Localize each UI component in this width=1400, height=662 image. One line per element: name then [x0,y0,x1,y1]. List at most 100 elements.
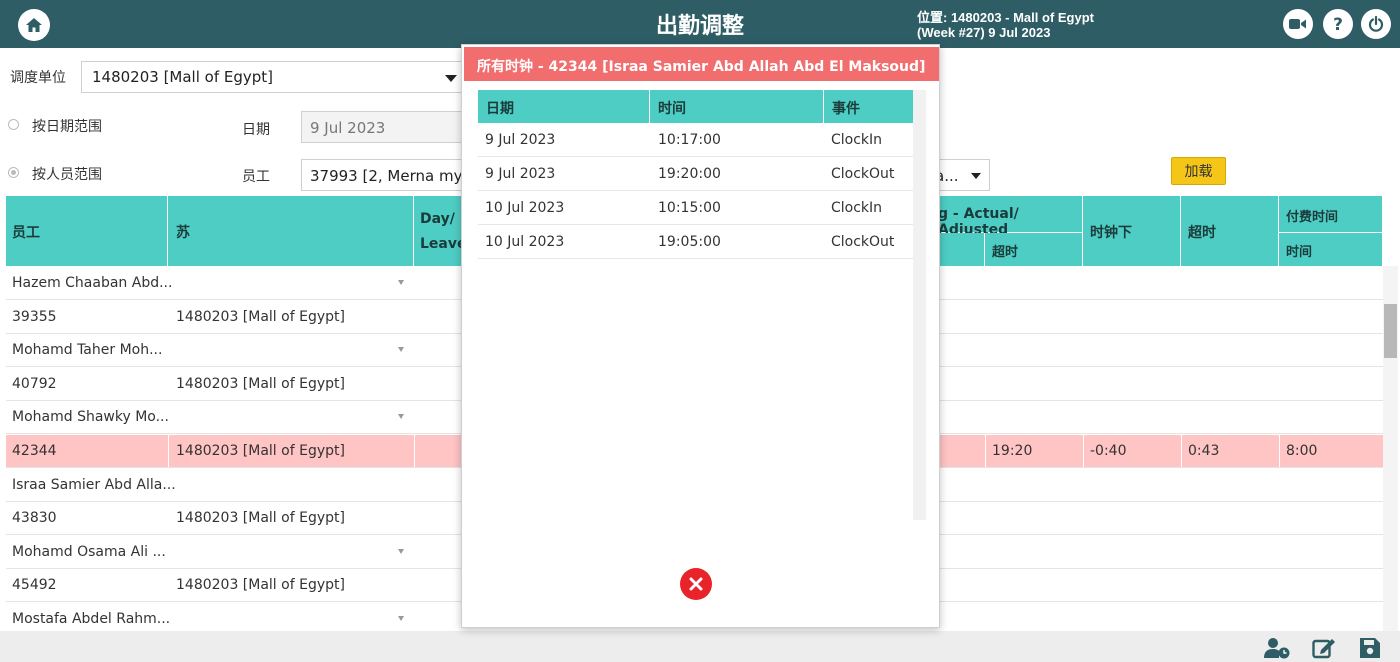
clock-date-cell: 10 Jul 2023 [485,200,565,216]
grid-scrollbar-thumb[interactable] [1384,304,1397,358]
unit-cell: 1480203 [Mall of Egypt] [176,443,345,459]
clock-date-cell: 9 Jul 2023 [485,166,556,182]
by-date-radio[interactable] [8,119,19,130]
employee-cell: 40792 [12,375,57,392]
cell-divider [1181,435,1182,467]
week-line: (Week #27) 9 Jul 2023 [917,25,1051,40]
clock-down-cell: -0:40 [1090,443,1127,459]
clock-col-event[interactable]: 事件 [824,90,913,123]
employee-cell: Hazem Chaaban Abd... [12,275,173,291]
by-date-label: 按日期范围 [32,119,102,135]
col-clock-down-label: 时钟下 [1090,225,1132,241]
clock-event-cell: ClockIn [831,132,883,148]
clock-time-cell: 19:05:00 [658,234,721,250]
caret-down-icon[interactable] [398,414,404,420]
col-sub-overtime[interactable]: 超时 [985,233,1083,266]
date-field[interactable]: 9 Jul 2023 [301,111,471,143]
col-actual-adjusted[interactable]: g - Actual/ Adjusted [930,196,1083,238]
clock-col-date[interactable]: 日期 [478,90,650,123]
overtime-cell: 0:43 [1188,443,1220,459]
clock-event-cell: ClockOut [831,166,895,182]
user-clock-button[interactable] [1264,636,1290,660]
top-header: 出勤调整 位置: 1480203 - Mall of Egypt (Week #… [0,0,1400,48]
clock-row[interactable]: 9 Jul 2023 19:20:00 ClockOut [478,157,913,191]
unit-cell: 1480203 [Mall of Egypt] [176,375,345,392]
actual-time-cell: 19:20 [992,443,1033,459]
unit-select-value: 1480203 [Mall of Egypt] [92,68,274,86]
help-icon: ? [1333,15,1343,33]
caret-down-icon[interactable] [398,548,404,554]
unit-cell: 1480203 [Mall of Egypt] [176,510,345,527]
by-staff-label: 按人员范围 [32,167,102,183]
clock-event-cell: ClockOut [831,234,895,250]
edit-button[interactable] [1311,636,1337,660]
clock-row[interactable]: 10 Jul 2023 19:05:00 ClockOut [478,225,913,259]
employee-cell: 43830 [12,510,57,527]
col-paid-time-sub[interactable]: 时间 [1279,233,1383,266]
home-button[interactable] [18,9,50,41]
col-su[interactable]: 苏 [168,196,414,266]
edit-icon [1312,639,1335,659]
home-icon [26,18,42,32]
col-paid-time-label: 付费时间 [1286,210,1339,225]
employee-cell: Mohamd Osama Ali ... [12,543,166,560]
col-day-label: Day/ [420,211,455,227]
clock-date-cell: 9 Jul 2023 [485,132,556,148]
cell-divider [985,435,986,467]
caret-down-icon[interactable] [398,280,404,285]
clock-row[interactable]: 9 Jul 2023 10:17:00 ClockIn [478,123,913,157]
caret-down-icon [445,75,457,82]
cell-divider [1083,435,1084,467]
load-button[interactable]: 加载 [1171,157,1226,185]
cell-divider [1279,435,1280,467]
unit-cell: 1480203 [Mall of Egypt] [176,577,345,594]
employee-field[interactable]: 37993 [2, Merna mym [301,159,471,191]
employee-label: 员工 [242,169,270,185]
col-employee-label: 员工 [12,225,40,241]
save-button[interactable] [1357,636,1383,660]
clock-col-time[interactable]: 时间 [650,90,824,123]
clock-time-cell: 10:17:00 [658,132,721,148]
caret-down-icon [971,173,981,179]
employee-cell: 39355 [12,308,57,325]
employee-cell: Mostafa Abdel Rahm... [12,611,171,627]
video-camera-icon [1289,19,1306,29]
employee-cell: Mohamd Shawky Mo... [12,409,169,426]
clock-time-cell: 19:20:00 [658,166,721,182]
power-button[interactable] [1361,9,1391,39]
location-info: 位置: 1480203 - Mall of Egypt (Week #27) 9… [917,10,1094,40]
employee-cell: Mohamd Taher Moh... [12,342,163,359]
location-line: 位置: 1480203 - Mall of Egypt [917,10,1094,25]
all-clocks-dialog: 所有时钟 - 42344 [Israa Samier Abd Allah Abd… [461,44,940,628]
help-button[interactable]: ? [1323,9,1353,39]
employee-cell: Israa Samier Abd Alla... [12,476,176,493]
employee-cell: 42344 [12,443,57,459]
cell-divider [168,435,169,467]
page-title: 出勤调整 [655,14,744,39]
caret-down-icon[interactable] [398,347,404,353]
clock-date-cell: 10 Jul 2023 [485,234,565,250]
col-employee[interactable]: 员工 [6,196,168,266]
unit-select[interactable]: 1480203 [Mall of Egypt] [81,61,466,93]
power-icon [1368,16,1384,32]
video-button[interactable] [1283,9,1313,39]
col-clock-down[interactable]: 时钟下 [1083,196,1181,266]
unit-label: 调度单位 [10,70,66,86]
paid-time-cell: 8:00 [1286,443,1318,459]
footer-toolbar [0,631,1400,662]
employee-cell: 45492 [12,577,57,594]
clock-event-cell: ClockIn [831,200,883,216]
caret-down-icon[interactable] [398,616,404,621]
clock-row[interactable]: 10 Jul 2023 10:15:00 ClockIn [478,191,913,225]
col-sub-overtime-label: 超时 [992,245,1019,260]
clock-time-cell: 10:15:00 [658,200,721,216]
close-icon [689,577,703,591]
col-paid-time-sub-label: 时间 [1286,245,1313,260]
col-su-label: 苏 [176,225,190,241]
close-button[interactable] [680,568,712,600]
col-overtime-label: 超时 [1188,225,1216,241]
by-staff-radio[interactable] [8,167,19,178]
dialog-scrollbar[interactable] [913,90,926,520]
col-paid-time[interactable]: 付费时间 [1279,196,1383,233]
col-overtime[interactable]: 超时 [1181,196,1279,266]
